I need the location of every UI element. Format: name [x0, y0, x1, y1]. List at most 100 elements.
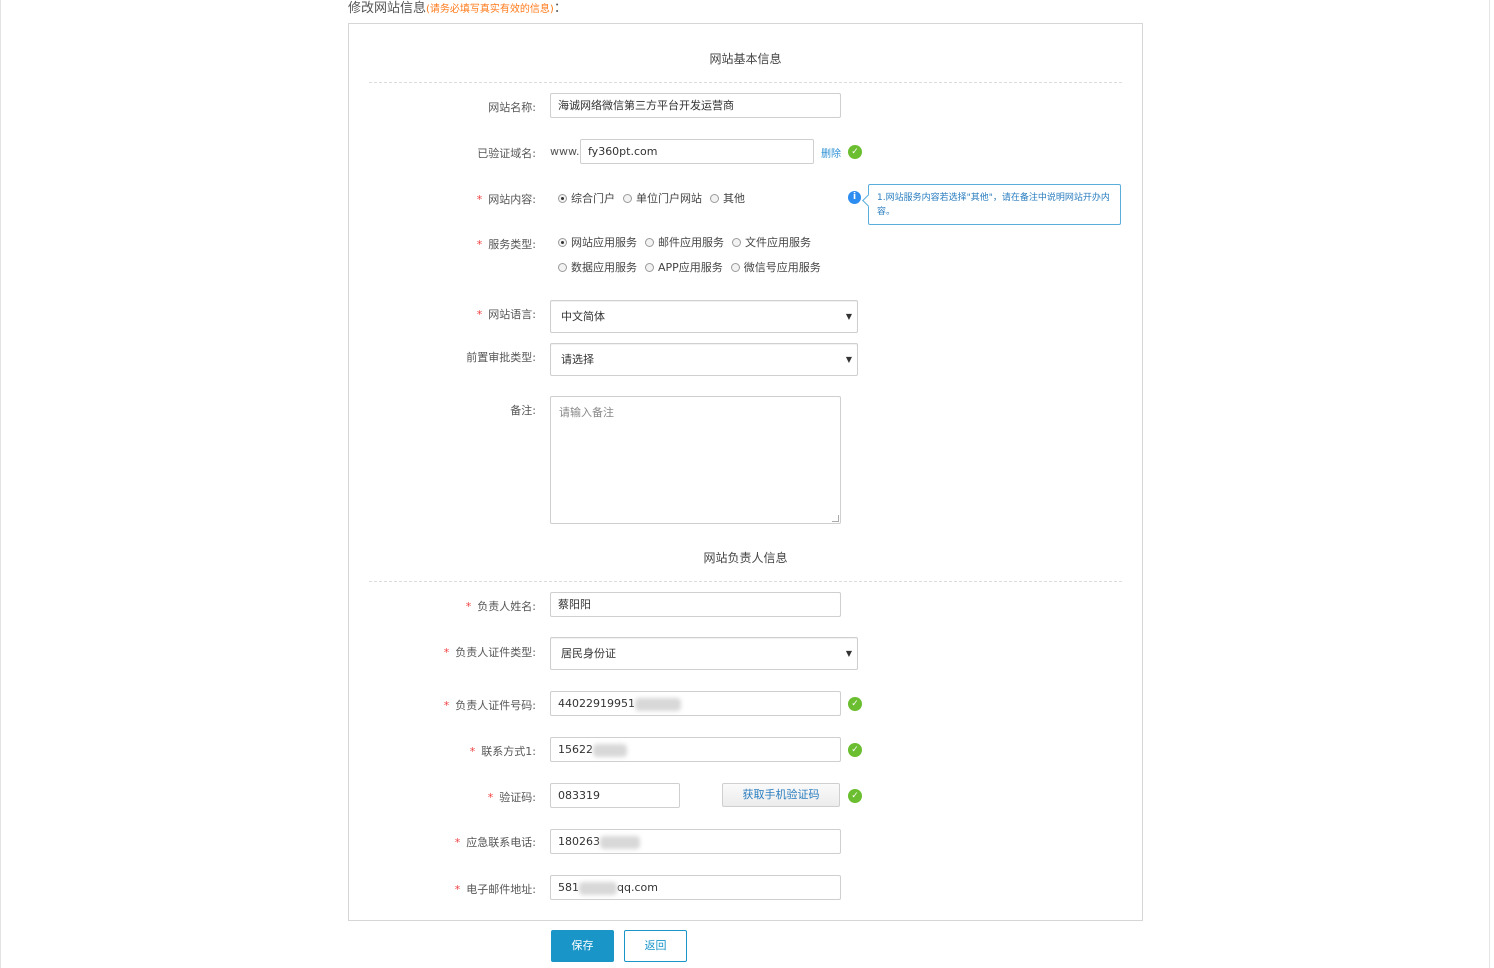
domain-prefix: www. [550, 145, 580, 158]
radio-dot-icon [710, 193, 719, 203]
language-select[interactable]: 中文简体 ▼ [550, 300, 858, 333]
email-label-text: 电子邮件地址: [466, 883, 536, 896]
caret-down-icon: ▼ [845, 355, 852, 364]
radio-dot-icon [558, 262, 567, 272]
id-type-label: * 负责人证件类型: [444, 644, 536, 660]
resize-grip-icon[interactable] [832, 515, 839, 522]
service-type-label: * 服务类型: [477, 236, 536, 252]
radio-service-data[interactable]: 数据应用服务 [558, 259, 637, 275]
code-label: * 验证码: [488, 789, 536, 805]
remark-textarea[interactable]: 请输入备注 [550, 396, 841, 524]
required-mark: * [476, 193, 483, 206]
site-content-label-text: 网站内容: [488, 193, 536, 206]
get-sms-code-button[interactable]: 获取手机验证码 [722, 783, 840, 807]
back-button[interactable]: 返回 [624, 930, 687, 962]
id-number-value: 44022919951 [558, 697, 635, 710]
email-value-suffix: qq.com [617, 881, 658, 894]
page-title-suffix: ： [553, 1, 567, 16]
approval-label: 前置审批类型: [466, 351, 536, 364]
language-label: * 网站语言: [477, 306, 536, 322]
radio-dot-icon [623, 193, 632, 203]
owner-name-label-text: 负责人姓名: [477, 600, 536, 613]
emergency-phone-value: 180263 [558, 835, 600, 848]
phone-input[interactable]: 15622 [550, 737, 841, 762]
radio-service-web-label: 网站应用服务 [571, 236, 637, 249]
caret-down-icon: ▼ [845, 649, 852, 658]
id-type-select[interactable]: 居民身份证 ▼ [550, 637, 858, 670]
save-button[interactable]: 保存 [551, 930, 614, 962]
approval-select[interactable]: 请选择 ▼ [550, 343, 858, 376]
required-mark: * [476, 238, 483, 251]
radio-service-app[interactable]: APP应用服务 [645, 259, 723, 275]
code-label-text: 验证码: [499, 791, 536, 804]
radio-dot-icon [645, 262, 654, 272]
id-type-select-value: 居民身份证 [561, 647, 616, 660]
owner-name-input[interactable]: 蔡阳阳 [550, 592, 841, 617]
domain-input[interactable]: fy360pt.com [580, 139, 814, 164]
page-edge-right [1489, 0, 1490, 968]
page-title-note: (请务必填写真实有效的信息) [426, 4, 554, 15]
radio-service-wechat-label: 微信号应用服务 [743, 261, 821, 274]
section-divider-basic [369, 82, 1122, 83]
service-type-radio-row-1: 网站应用服务 邮件应用服务 文件应用服务 [558, 234, 819, 250]
id-number-input[interactable]: 44022919951 [550, 691, 841, 716]
redacted-blur [634, 697, 681, 711]
required-mark: * [487, 791, 494, 804]
phone-value: 15622 [558, 743, 593, 756]
site-name-input[interactable]: 海诚网络微信第三方平台开发运营商 [550, 93, 841, 118]
form-panel: 网站基本信息 网站名称: 海诚网络微信第三方平台开发运营商 已验证域名: www… [348, 23, 1143, 921]
domain-delete-link[interactable]: 删除 [821, 145, 841, 160]
radio-service-mail[interactable]: 邮件应用服务 [645, 234, 724, 250]
required-mark: * [469, 745, 476, 758]
radio-dot-icon [732, 237, 741, 247]
owner-name-label: * 负责人姓名: [466, 598, 536, 614]
emergency-phone-input[interactable]: 180263 [550, 829, 841, 854]
email-input[interactable]: 581 qq.com [550, 875, 841, 900]
email-label: * 电子邮件地址: [455, 881, 536, 897]
page-title: 修改网站信息(请务必填写真实有效的信息)： [348, 0, 567, 16]
service-type-label-text: 服务类型: [488, 238, 536, 251]
language-select-value: 中文简体 [561, 310, 605, 323]
approval-select-value: 请选择 [561, 353, 594, 366]
required-mark: * [454, 883, 461, 896]
domain-label: 已验证域名: [477, 147, 536, 160]
radio-content-unit[interactable]: 单位门户网站 [623, 190, 702, 206]
redacted-blur [579, 881, 617, 895]
id-type-label-text: 负责人证件类型: [455, 646, 536, 659]
site-content-radio-group: 综合门户 单位门户网站 其他 [558, 190, 753, 206]
caret-down-icon: ▼ [845, 312, 852, 321]
site-content-label: * 网站内容: [477, 191, 536, 207]
redacted-blur [600, 835, 640, 849]
check-circle-icon: ✓ [848, 697, 862, 711]
radio-service-app-label: APP应用服务 [658, 261, 723, 274]
radio-dot-icon [558, 237, 567, 247]
radio-content-portal[interactable]: 综合门户 [558, 190, 615, 206]
radio-service-wechat[interactable]: 微信号应用服务 [730, 259, 821, 275]
emergency-phone-label: * 应急联系电话: [455, 834, 536, 850]
content-hint-tooltip: 1.网站服务内容若选择"其他"，请在备注中说明网站开办内容。 [868, 184, 1121, 225]
id-number-label-text: 负责人证件号码: [455, 699, 536, 712]
redacted-blur [593, 743, 627, 757]
code-input[interactable]: 083319 [550, 783, 680, 808]
radio-service-web[interactable]: 网站应用服务 [558, 234, 637, 250]
remark-placeholder: 请输入备注 [559, 406, 614, 419]
radio-service-data-label: 数据应用服务 [571, 261, 637, 274]
emergency-phone-label-text: 应急联系电话: [466, 836, 536, 849]
phone-label: * 联系方式1: [470, 743, 536, 759]
radio-content-other-label: 其他 [723, 192, 745, 205]
radio-content-portal-label: 综合门户 [571, 192, 615, 205]
radio-service-file-label: 文件应用服务 [745, 236, 811, 249]
radio-content-other[interactable]: 其他 [710, 190, 745, 206]
check-circle-icon: ✓ [848, 145, 862, 159]
section-title-basic: 网站基本信息 [709, 52, 782, 66]
radio-service-file[interactable]: 文件应用服务 [732, 234, 811, 250]
language-label-text: 网站语言: [488, 308, 536, 321]
email-value-prefix: 581 [558, 881, 579, 894]
info-icon: i [848, 191, 861, 204]
section-title-owner: 网站负责人信息 [703, 551, 788, 565]
page-title-text: 修改网站信息 [348, 1, 427, 16]
required-mark: * [465, 600, 472, 613]
radio-dot-icon [558, 193, 567, 203]
service-type-radio-row-2: 数据应用服务 APP应用服务 微信号应用服务 [558, 259, 829, 275]
check-circle-icon: ✓ [848, 789, 862, 803]
